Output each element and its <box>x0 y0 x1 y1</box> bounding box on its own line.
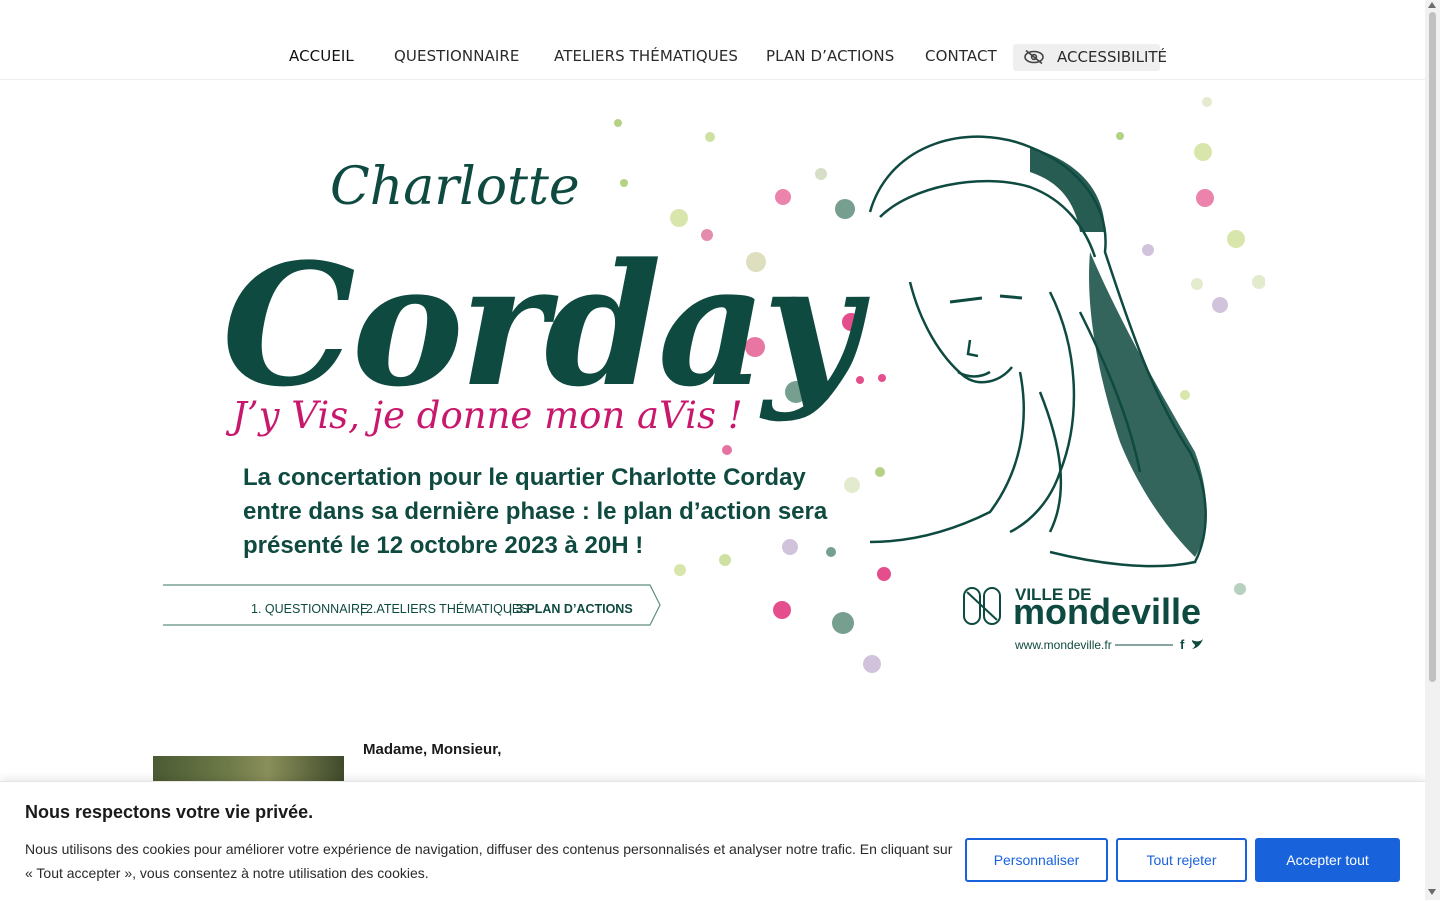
svg-text:|: | <box>360 602 363 616</box>
announcement-line-1: La concertation pour le quartier Charlot… <box>243 464 806 491</box>
scrollbar-thumb[interactable] <box>1429 12 1436 682</box>
accept-all-button[interactable]: Accepter tout <box>1255 838 1400 882</box>
nav-item-contact[interactable]: CONTACT <box>925 47 997 65</box>
nav-item-questionnaire[interactable]: QUESTIONNAIRE <box>394 47 520 65</box>
vertical-scrollbar[interactable] <box>1425 0 1440 900</box>
svg-text:|: | <box>509 602 512 616</box>
reject-all-button[interactable]: Tout rejeter <box>1116 838 1247 882</box>
top-navigation: ACCUEIL QUESTIONNAIRE ATELIERS THÉMATIQU… <box>0 0 1425 80</box>
customize-button[interactable]: Personnaliser <box>965 838 1108 882</box>
brand-big: mondeville <box>1013 591 1201 632</box>
announcement-line-3: présenté le 12 octobre 2023 à 20H ! <box>243 532 643 559</box>
hero-tagline: J’y Vis, je donne mon aVis ! <box>225 394 743 437</box>
cookie-consent-banner: Nous respectons votre vie privée. Nous u… <box>0 781 1425 901</box>
step-1: 1. QUESTIONNAIRE <box>251 602 368 616</box>
hero-banner: Charlotte Corday J’y Vis, je donne mon a… <box>150 92 1266 682</box>
hero-script-title-1: Charlotte <box>330 157 580 217</box>
scroll-down-icon[interactable] <box>1428 889 1436 895</box>
twitter-icon <box>1192 639 1203 649</box>
announcement-line-2: entre dans sa dernière phase : le plan d… <box>243 498 828 525</box>
step-2: 2.ATELIERS THÉMATIQUES <box>366 601 529 616</box>
nav-item-plan-actions[interactable]: PLAN D’ACTIONS <box>766 47 894 65</box>
brand-website: www.mondeville.fr <box>1014 638 1112 652</box>
accessibility-label: ACCESSIBILITÉ <box>1057 48 1168 66</box>
cookie-title: Nous respectons votre vie privée. <box>25 802 314 822</box>
nav-item-accueil[interactable]: ACCUEIL <box>289 47 354 65</box>
cookie-description: Nous utilisons des cookies pour améliore… <box>25 841 953 881</box>
eye-slash-icon <box>1023 49 1045 70</box>
hero-illustration: Charlotte Corday J’y Vis, je donne mon a… <box>163 97 1266 673</box>
mondeville-logo <box>963 587 1001 625</box>
accessibility-button[interactable]: ACCESSIBILITÉ <box>1013 44 1167 71</box>
scroll-up-icon[interactable] <box>1428 2 1436 8</box>
letter-greeting: Madame, Monsieur, <box>363 741 502 758</box>
step-3: 3.PLAN D’ACTIONS <box>516 602 633 616</box>
nav-item-ateliers[interactable]: ATELIERS THÉMATIQUES <box>554 47 738 65</box>
facebook-icon: f <box>1180 637 1185 652</box>
